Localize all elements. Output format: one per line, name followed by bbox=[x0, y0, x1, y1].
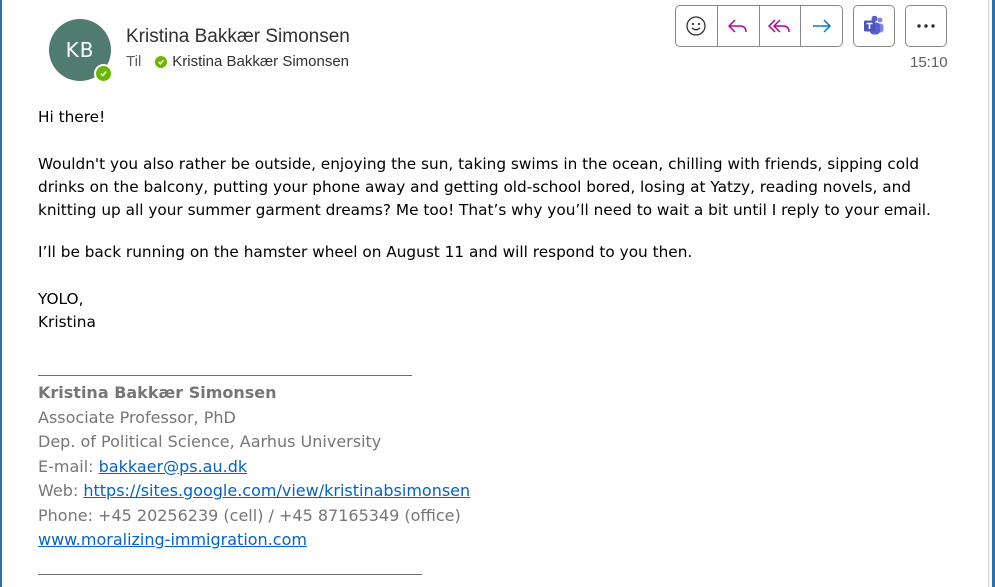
sender-name[interactable]: Kristina Bakkær Simonsen bbox=[126, 26, 350, 48]
signoff-text: YOLO, bbox=[38, 290, 84, 308]
signoff-name: Kristina bbox=[38, 313, 96, 331]
more-actions-button[interactable] bbox=[905, 5, 947, 47]
scroll-track bbox=[988, 0, 989, 587]
teams-chat-button[interactable] bbox=[853, 5, 895, 47]
avatar-initials: KB bbox=[65, 38, 95, 62]
reply-button[interactable] bbox=[718, 6, 760, 46]
message-signoff: YOLO, Kristina bbox=[38, 288, 96, 334]
signature-website-row: www.moralizing-immigration.com bbox=[38, 528, 470, 553]
signature-name: Kristina Bakkær Simonsen bbox=[38, 383, 277, 402]
message-greeting: Hi there! bbox=[38, 108, 106, 126]
signature-website-link[interactable]: www.moralizing-immigration.com bbox=[38, 530, 307, 549]
email-signature: Kristina Bakkær Simonsen Associate Profe… bbox=[38, 381, 470, 553]
teams-icon bbox=[864, 15, 884, 35]
signature-web-label: Web: bbox=[38, 481, 84, 500]
reply-all-icon bbox=[768, 19, 790, 33]
signature-title: Associate Professor, PhD bbox=[38, 407, 236, 427]
signature-email-row: E-mail: bakkaer@ps.au.dk bbox=[38, 455, 470, 480]
presence-available-icon bbox=[94, 64, 113, 83]
more-icon bbox=[917, 24, 935, 28]
message-time: 15:10 bbox=[910, 54, 948, 71]
signature-phone: Phone: +45 20256239 (cell) / +45 8716534… bbox=[38, 505, 461, 525]
signature-email-link[interactable]: bakkaer@ps.au.dk bbox=[99, 457, 247, 476]
signature-web-row: Web: https://sites.google.com/view/krist… bbox=[38, 479, 470, 504]
forward-icon bbox=[812, 19, 831, 33]
presence-available-icon bbox=[155, 55, 168, 68]
emoji-icon bbox=[686, 16, 707, 36]
emoji-react-button[interactable] bbox=[676, 6, 718, 46]
window-border-left bbox=[0, 0, 2, 587]
message-paragraph: I’ll be back running on the hamster whee… bbox=[38, 243, 693, 261]
reply-icon bbox=[728, 19, 747, 33]
signature-divider bbox=[38, 375, 412, 376]
signature-email-label: E-mail: bbox=[38, 456, 99, 476]
signature-department: Dep. of Political Science, Aarhus Univer… bbox=[38, 432, 382, 451]
forward-button[interactable] bbox=[801, 6, 842, 46]
recipient-line: Til Kristina Bakkær Simonsen bbox=[126, 53, 349, 70]
signature-web-link[interactable]: https://sites.google.com/view/kristinabs… bbox=[83, 481, 470, 500]
recipient-name[interactable]: Kristina Bakkær Simonsen bbox=[172, 53, 349, 70]
to-label: Til bbox=[126, 53, 142, 70]
reply-all-button[interactable] bbox=[760, 6, 802, 46]
message-paragraph: Wouldn't you also rather be outside, enj… bbox=[38, 155, 931, 219]
message-actions bbox=[675, 5, 843, 47]
signature-divider bbox=[38, 574, 422, 575]
